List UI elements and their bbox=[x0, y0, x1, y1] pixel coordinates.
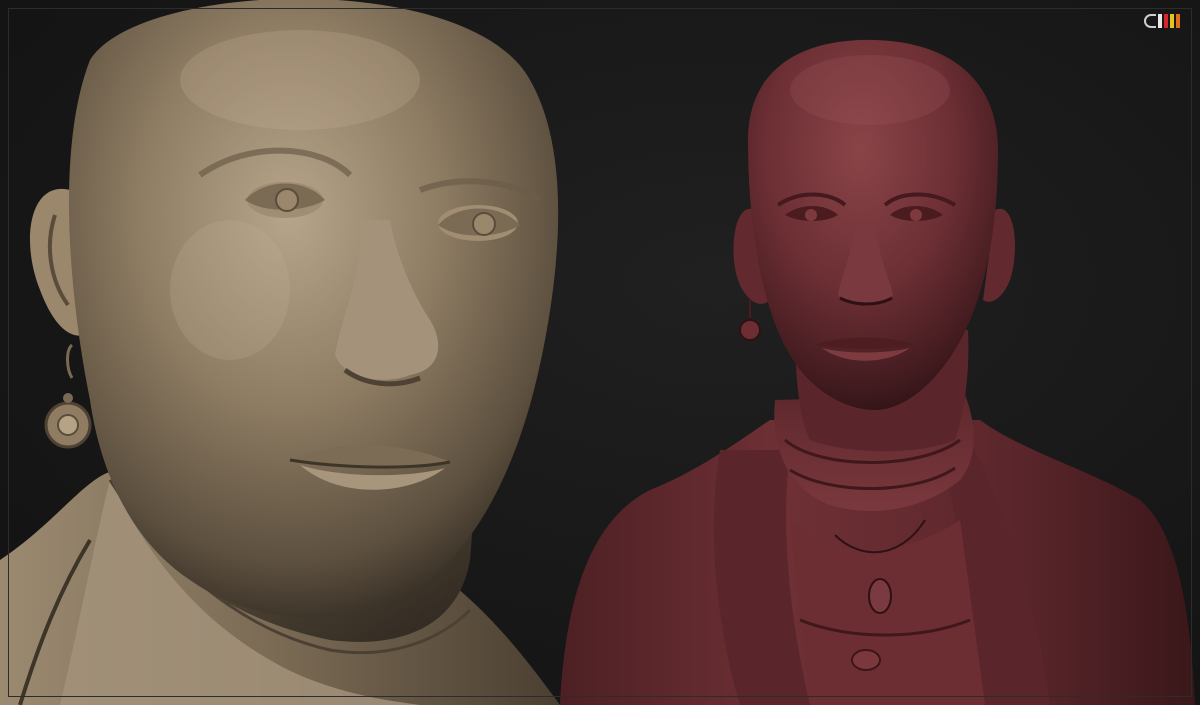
zbrush-style-logo-icon bbox=[1144, 14, 1180, 28]
logo-bar-orange bbox=[1176, 14, 1180, 28]
artwork-canvas bbox=[0, 0, 1200, 705]
logo-bar-white bbox=[1158, 14, 1162, 28]
logo-bar-red bbox=[1164, 14, 1168, 28]
logo-c-shape bbox=[1144, 14, 1156, 28]
logo-bar-yellow bbox=[1170, 14, 1174, 28]
red-wax-bust bbox=[560, 39, 1195, 705]
sculpt-render bbox=[0, 0, 1195, 705]
clay-bust bbox=[0, 0, 560, 705]
